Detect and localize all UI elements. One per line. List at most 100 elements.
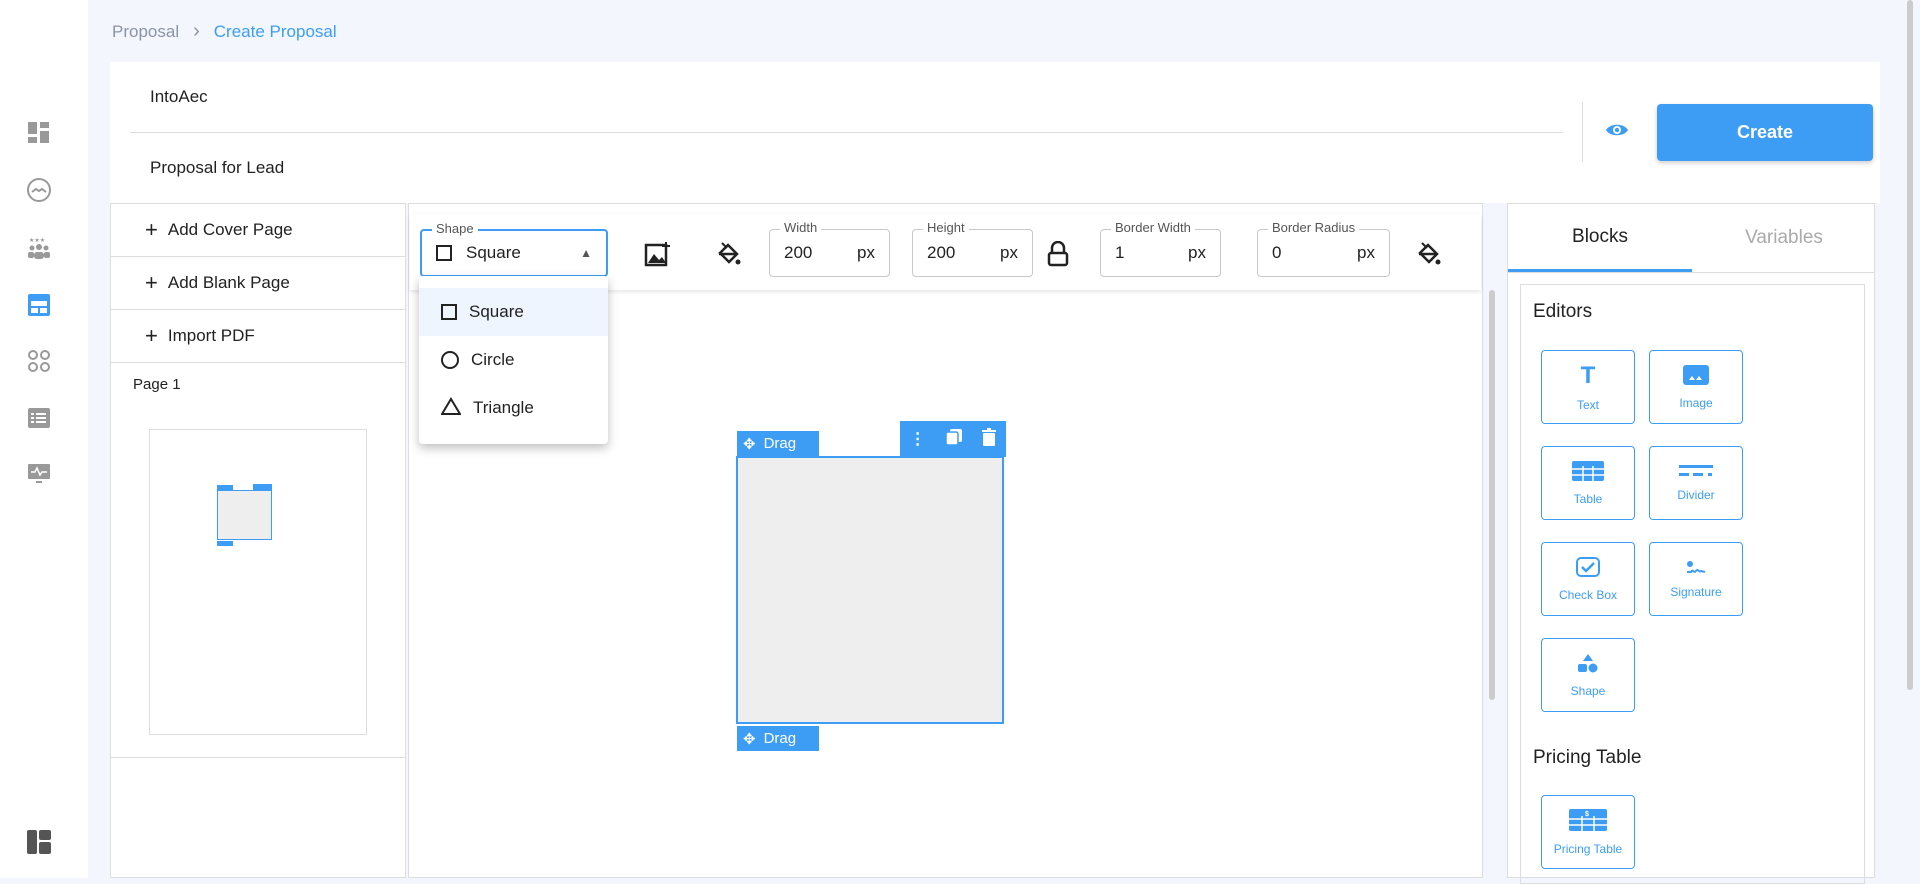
height-field[interactable]: Height 200 px (912, 220, 1033, 277)
plus-icon: + (145, 270, 158, 295)
width-value: 200 (784, 243, 813, 262)
block-label: Text (1576, 398, 1599, 412)
blocks-container: Editors T Text Image Table Divider Check … (1520, 284, 1865, 884)
block-table[interactable]: Table (1541, 446, 1635, 520)
add-image-icon[interactable] (644, 241, 672, 272)
block-label: Check Box (1558, 587, 1618, 602)
unit: px (1188, 243, 1206, 262)
block-label: Image (1679, 395, 1713, 410)
page-scrollbar[interactable] (1907, 0, 1913, 690)
triangle-icon (440, 396, 462, 420)
shape-actions-bar: ⋮ (900, 421, 1006, 457)
border-radius-value: 0 (1272, 243, 1282, 262)
width-field[interactable]: Width 200 px (769, 220, 890, 277)
delete-icon[interactable] (982, 427, 997, 451)
dashboard-icon[interactable] (24, 118, 54, 148)
block-image[interactable]: Image (1649, 350, 1743, 424)
drag-handle-bottom[interactable]: ✥ Drag (737, 726, 819, 751)
checkbox-icon (1576, 556, 1600, 580)
add-blank-page-button[interactable]: + Add Blank Page (111, 257, 405, 310)
import-pdf-button[interactable]: + Import PDF (111, 310, 405, 363)
integrations-icon[interactable] (24, 346, 54, 376)
border-radius-label: Border Radius (1268, 220, 1360, 235)
list-icon[interactable] (24, 403, 54, 433)
breadcrumb-current: Create Proposal (213, 21, 337, 41)
signature-icon (1685, 560, 1707, 577)
layout-toggle-icon[interactable] (24, 827, 54, 857)
unit: px (857, 243, 875, 262)
proposal-icon[interactable] (24, 290, 54, 320)
block-signature[interactable]: Signature (1649, 542, 1743, 616)
block-label: Shape (1570, 683, 1606, 698)
shape-value: Square (466, 243, 521, 262)
canvas-scrollbar[interactable] (1489, 290, 1495, 700)
block-text[interactable]: T Text (1541, 350, 1635, 424)
page-thumbnail[interactable] (149, 429, 367, 735)
height-label: Height (923, 220, 969, 235)
pages-panel: + Add Cover Page + Add Blank Page + Import … (110, 203, 406, 878)
circle-icon (441, 351, 459, 369)
shape-label: Shape (432, 221, 478, 236)
border-radius-field[interactable]: Border Radius 0 px (1257, 220, 1390, 277)
plus-icon: + (145, 217, 158, 242)
menu-item-triangle[interactable]: Triangle (419, 384, 608, 432)
tab-blocks[interactable]: Blocks (1508, 204, 1692, 272)
shape-dropdown-menu: Square Circle Triangle (419, 276, 608, 444)
svg-text:★★★: ★★★ (29, 237, 45, 244)
divider (111, 757, 405, 758)
menu-label: Triangle (473, 398, 534, 417)
block-check-box[interactable]: Check Box (1541, 542, 1635, 616)
block-divider[interactable]: Divider (1649, 446, 1743, 520)
image-icon (1683, 364, 1709, 388)
drag-handle-top[interactable]: ✥ Drag (737, 431, 819, 456)
border-width-field[interactable]: Border Width 1 px (1100, 220, 1221, 277)
duplicate-icon[interactable] (945, 428, 963, 451)
border-color-icon[interactable] (1416, 241, 1442, 272)
unit: px (1357, 243, 1375, 262)
tab-variables[interactable]: Variables (1692, 204, 1876, 272)
more-vert-icon[interactable]: ⋮ (910, 429, 926, 449)
plus-icon: + (145, 323, 158, 348)
shape-select[interactable]: Shape Square ▲ (420, 221, 608, 277)
preview-eye-icon[interactable] (1605, 122, 1629, 143)
company-name-field[interactable]: IntoAec (150, 87, 208, 107)
height-value: 200 (927, 243, 956, 262)
team-icon[interactable]: ★★★ (24, 233, 54, 263)
drag-label: Drag (763, 730, 797, 747)
menu-label: Square (469, 302, 524, 321)
block-label: Pricing Table (1553, 841, 1623, 856)
create-button[interactable]: Create (1657, 104, 1873, 161)
border-width-label: Border Width (1111, 220, 1195, 235)
page-label: Page 1 (133, 376, 181, 393)
square-icon (441, 304, 457, 320)
side-nav: ★★★ (0, 0, 88, 878)
menu-item-square[interactable]: Square (419, 288, 608, 336)
table-icon (1572, 460, 1604, 484)
monitor-icon[interactable] (24, 459, 54, 489)
block-shape[interactable]: Shape (1541, 638, 1635, 712)
add-cover-page-button[interactable]: + Add Cover Page (111, 204, 405, 257)
proposal-title-field[interactable]: Proposal for Lead (150, 158, 284, 178)
divider (1582, 102, 1583, 162)
blocks-panel: Blocks Variables Editors T Text Image Tab… (1507, 203, 1876, 884)
breadcrumb: Proposal › Create Proposal (112, 20, 337, 43)
leads-handshake-icon[interactable] (24, 175, 54, 205)
block-pricing-table[interactable]: $ Pricing Table (1541, 795, 1635, 869)
text-icon: T (1580, 362, 1596, 389)
move-icon: ✥ (743, 730, 756, 748)
divider (130, 132, 1563, 133)
menu-label: Circle (471, 350, 515, 369)
unit: px (1000, 243, 1018, 262)
square-shape-element[interactable] (736, 456, 1004, 724)
square-icon (436, 245, 452, 261)
action-label: Import PDF (167, 326, 255, 345)
svg-text:$: $ (1585, 811, 1589, 818)
pricing-table-icon: $ (1569, 808, 1607, 834)
caret-up-icon: ▲ (580, 246, 592, 260)
move-icon: ✥ (743, 435, 756, 453)
fill-color-icon[interactable] (716, 241, 742, 272)
breadcrumb-proposal[interactable]: Proposal (112, 22, 179, 42)
lock-icon[interactable] (1047, 240, 1069, 272)
editors-heading: Editors (1533, 301, 1593, 322)
menu-item-circle[interactable]: Circle (419, 336, 608, 384)
